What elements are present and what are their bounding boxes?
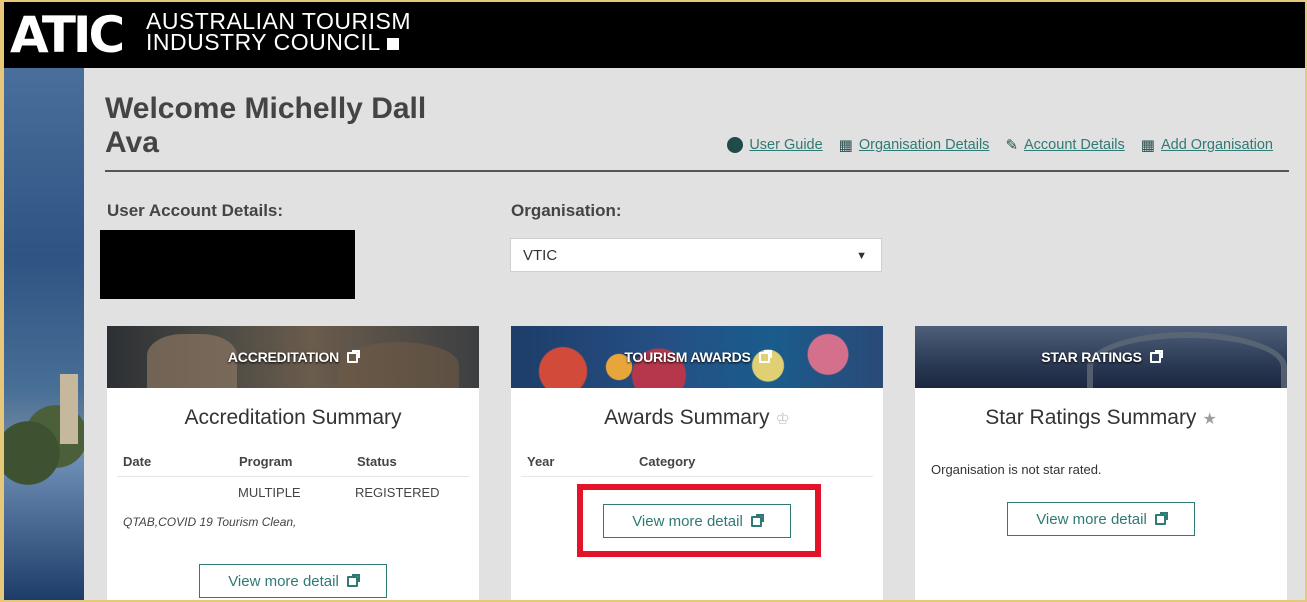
tourism-awards-banner-label: TOURISM AWARDS xyxy=(624,349,772,365)
organisation-selected-value: VTIC xyxy=(523,247,558,264)
star-ratings-summary-title-text: Star Ratings Summary xyxy=(985,406,1197,429)
add-organisation-link[interactable]: Add Organisation xyxy=(1161,137,1273,153)
awards-summary-title: Awards Summary ♔ xyxy=(511,406,883,430)
chevron-down-icon: ▼ xyxy=(856,250,867,262)
building-tower xyxy=(60,374,78,444)
main-content: Welcome Michelly Dall Ava ? User Guide ▦… xyxy=(84,68,1305,600)
col-category: Category xyxy=(639,454,696,469)
accreditation-status-value: REGISTERED xyxy=(355,485,440,500)
external-link-icon xyxy=(347,349,361,363)
col-year: Year xyxy=(527,454,555,469)
star-ratings-summary-title: Star Ratings Summary ★ xyxy=(915,406,1287,430)
scenic-background-image xyxy=(4,68,84,600)
accreditation-card: ACCREDITATION Accreditation Summary Date… xyxy=(107,326,479,600)
atic-logo-mark[interactable]: ATIC xyxy=(10,2,125,68)
organisation-details-link[interactable]: Organisation Details xyxy=(859,137,990,153)
logo-square-icon xyxy=(386,38,399,50)
accreditation-program-value: MULTIPLE xyxy=(238,485,301,500)
accreditation-view-more-button[interactable]: View more detail xyxy=(199,564,387,598)
star-ratings-view-more-button[interactable]: View more detail xyxy=(1007,502,1195,536)
question-circle-icon: ? xyxy=(727,137,744,153)
redacted-user-details xyxy=(100,230,355,299)
highlight-box xyxy=(577,484,821,557)
user-guide-link[interactable]: User Guide xyxy=(749,137,822,153)
accreditation-banner[interactable]: ACCREDITATION xyxy=(107,326,479,388)
tourism-awards-banner[interactable]: TOURISM AWARDS xyxy=(511,326,883,388)
welcome-line-1: Welcome Michelly Dall xyxy=(105,92,427,125)
col-date: Date xyxy=(123,454,152,469)
app-window: ATIC AUSTRALIAN TOURISM INDUSTRY COUNCIL… xyxy=(0,0,1307,602)
col-status: Status xyxy=(357,454,397,469)
pencil-icon: ✎ xyxy=(1005,136,1019,154)
star-ratings-view-more-label: View more detail xyxy=(1036,510,1147,528)
star-ratings-banner[interactable]: STAR RATINGS xyxy=(915,326,1287,388)
external-link-icon xyxy=(346,573,360,587)
user-account-label: User Account Details: xyxy=(107,201,284,220)
awards-table-header: Year Category xyxy=(521,450,873,477)
organisation-label: Organisation: xyxy=(511,201,622,220)
star-icon: ★ xyxy=(1202,411,1217,428)
logo-line-2-text: INDUSTRY COUNCIL xyxy=(146,29,381,55)
top-nav-links: ? User Guide ▦ Organisation Details ✎ Ac… xyxy=(727,136,1273,154)
welcome-line-2: Ava xyxy=(105,126,159,159)
accreditation-banner-text: ACCREDITATION xyxy=(227,349,340,365)
star-ratings-banner-label: STAR RATINGS xyxy=(1041,349,1163,365)
building-icon: ▦ xyxy=(838,136,853,154)
star-ratings-banner-text: STAR RATINGS xyxy=(1041,349,1142,365)
not-star-rated-note: Organisation is not star rated. xyxy=(931,462,1102,477)
tourism-awards-banner-text: TOURISM AWARDS xyxy=(624,349,751,365)
external-link-icon xyxy=(758,349,772,363)
star-ratings-card: STAR RATINGS Star Ratings Summary ★ Organ… xyxy=(915,326,1287,600)
external-link-icon xyxy=(1154,511,1168,525)
logo-line-2: INDUSTRY COUNCIL xyxy=(146,29,411,55)
accreditation-view-more-label: View more detail xyxy=(228,572,339,590)
organisation-select[interactable]: VTIC ▼ xyxy=(510,238,882,272)
top-header: ATIC AUSTRALIAN TOURISM INDUSTRY COUNCIL xyxy=(4,2,1305,68)
award-ribbon-icon: ♔ xyxy=(775,411,790,428)
header-divider xyxy=(105,170,1289,172)
external-link-icon xyxy=(1149,349,1163,363)
col-program: Program xyxy=(239,454,293,469)
awards-summary-title-text: Awards Summary xyxy=(604,406,770,429)
awards-card: TOURISM AWARDS Awards Summary ♔ Year Cate… xyxy=(511,326,883,600)
atic-logo-text[interactable]: AUSTRALIAN TOURISM INDUSTRY COUNCIL xyxy=(146,10,411,55)
account-details-link[interactable]: Account Details xyxy=(1024,137,1125,153)
accreditation-summary-title: Accreditation Summary xyxy=(184,406,402,429)
add-building-icon: ▦ xyxy=(1140,136,1155,154)
accreditation-table-header: Date Program Status xyxy=(117,450,469,477)
page-title: Welcome Michelly Dall Ava xyxy=(105,92,525,160)
accreditation-programs-note: QTAB,COVID 19 Tourism Clean, xyxy=(123,515,297,529)
accreditation-banner-label: ACCREDITATION xyxy=(227,349,361,365)
